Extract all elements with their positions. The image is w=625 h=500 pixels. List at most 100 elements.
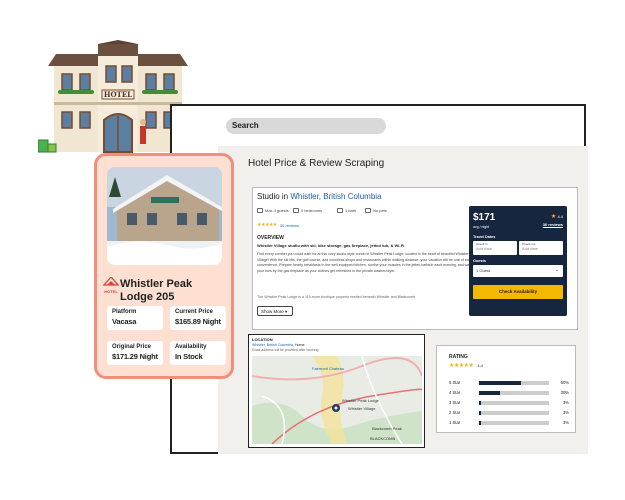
rating-bar-fill: [479, 380, 521, 385]
star-rating-icon: ★★★★★: [449, 363, 474, 369]
nightly-price: $171: [473, 212, 496, 223]
page-title: Hotel Price & Review Scraping: [248, 158, 385, 169]
amenity-bath: 1 bath: [337, 208, 356, 213]
hotel-name: Whistler Peak Lodge 205: [120, 278, 192, 304]
no-pets-icon: [365, 208, 371, 213]
svg-text:Blackcomb Peak: Blackcomb Peak: [372, 426, 402, 431]
svg-text:HOTEL: HOTEL: [104, 90, 132, 99]
rating-row-3: 3 Star 3%: [449, 400, 569, 405]
amenity-label: Max 4 guests: [265, 208, 289, 213]
rating-row-percent: 30%: [560, 390, 569, 395]
current-price-value: $165.89 Night: [175, 317, 221, 326]
rating-row-2: 2 Star 3%: [449, 410, 569, 415]
check-in-value: Add date: [476, 246, 493, 251]
chevron-down-icon: ⌄: [554, 267, 559, 273]
location-link[interactable]: Whistler, British Columbia: [252, 343, 293, 347]
rating-row-label: 5 Star: [449, 380, 461, 385]
guests-value: 1 Guest: [476, 268, 491, 273]
rating-bar-fill: [479, 420, 482, 425]
rating-heading: RATING: [449, 354, 468, 360]
star-rating-icon: ★★★★★: [257, 222, 277, 228]
svg-text:HOTEL: HOTEL: [104, 289, 118, 294]
platform-label: Platform: [112, 309, 137, 315]
rating-bar-fill: [479, 400, 482, 405]
rating-summary: ★★★★★ 4.4: [449, 362, 483, 369]
location-panel: LOCATION Whistler, British Columbia, Hom…: [248, 334, 425, 448]
booking-reviews-link[interactable]: 30 reviews: [543, 222, 563, 227]
rating-row-percent: 3%: [562, 400, 569, 405]
check-in-field[interactable]: Check in Add date: [473, 241, 517, 255]
listing-title: Studio in Whistler, British Columbia: [257, 192, 382, 201]
rating-panel: RATING ★★★★★ 4.4 5 Star 60% 4 Star 30% 3…: [436, 345, 576, 433]
search-input[interactable]: Search: [226, 118, 386, 134]
svg-text:BLACKCOMB: BLACKCOMB: [370, 436, 395, 441]
booking-rating: ★ 4.4: [551, 213, 563, 220]
svg-text:Whistler Village: Whistler Village: [348, 406, 376, 411]
guests-select[interactable]: 1 Guest ⌄: [473, 265, 563, 277]
svg-text:Fairmont Chateau: Fairmont Chateau: [312, 366, 344, 371]
show-more-button[interactable]: Show More ▾: [257, 306, 293, 316]
rating-row-label: 2 Star: [449, 410, 461, 415]
listing-location-link[interactable]: Whistler, British Columbia: [290, 192, 381, 201]
rating-bar-track: [479, 390, 549, 395]
bath-icon: [337, 208, 343, 213]
check-out-field[interactable]: Check out Add date: [519, 241, 563, 255]
hotel-logo-icon: HOTEL: [103, 277, 119, 294]
location-suffix: , Home: [292, 343, 305, 347]
rating-bar-track: [479, 380, 549, 385]
rating-average: 4.4: [477, 363, 483, 368]
listing-card: Studio in Whistler, British Columbia Max…: [252, 187, 578, 330]
description-text: Find every comfort you could wish for at…: [257, 252, 480, 273]
original-price-info: Original Price $171.29 Night: [107, 341, 163, 365]
original-price-label: Original Price: [112, 344, 152, 350]
travel-dates-label: Travel Dates: [473, 235, 496, 239]
check-availability-button[interactable]: Check Availability: [473, 285, 563, 299]
amenity-guests: Max 4 guests: [257, 208, 289, 213]
guests-label: Guests: [473, 259, 486, 263]
location-heading: LOCATION: [252, 337, 273, 342]
booking-rating-value: 4.4: [557, 214, 563, 219]
availability-value: In Stock: [175, 352, 203, 361]
bed-icon: [293, 208, 299, 213]
amenity-label: 1 bath: [345, 208, 357, 213]
hotel-info-card: HOTEL Whistler Peak Lodge 205 Platform V…: [94, 153, 234, 379]
rating-row-percent: 60%: [560, 380, 569, 385]
rating-bar-fill: [479, 410, 482, 415]
hotel-name-line1: Whistler Peak: [120, 278, 193, 290]
description-more-text: The Whistler Peak Lodge is a 115-room bo…: [257, 295, 416, 299]
rating-bar-track: [479, 410, 549, 415]
availability-label: Availability: [175, 344, 207, 350]
rating-bar-track: [479, 400, 549, 405]
rating-row-4: 4 Star 30%: [449, 390, 569, 395]
rating-bar-fill: [479, 390, 500, 395]
location-map[interactable]: Whistler Peak Lodge Whistler Village Bla…: [252, 356, 422, 444]
rating-bar-track: [479, 420, 549, 425]
rating-row-label: 3 Star: [449, 400, 461, 405]
rating-row-5: 5 Star 60%: [449, 380, 569, 385]
location-note: Exact address will be provided after boo…: [252, 348, 319, 352]
rating-row-label: 4 Star: [449, 390, 461, 395]
listing-title-prefix: Studio in: [257, 192, 291, 201]
rating-row-label: 1 Star: [449, 420, 461, 425]
original-price-value: $171.29 Night: [112, 352, 158, 361]
listing-rating: ★★★★★ 30 reviews: [257, 222, 299, 228]
current-price-label: Current Price: [175, 309, 214, 315]
reviews-link[interactable]: 30 reviews: [280, 223, 299, 228]
guests-icon: [257, 208, 263, 213]
location-address: Whistler, British Columbia, Home: [252, 343, 305, 347]
star-icon: ★: [550, 214, 557, 220]
amenity-pets: No pets: [365, 208, 387, 213]
platform-info: Platform Vacasa: [107, 306, 163, 330]
svg-text:Whistler Peak Lodge: Whistler Peak Lodge: [342, 398, 380, 403]
amenity-label: No pets: [373, 208, 387, 213]
rating-row-percent: 3%: [562, 420, 569, 425]
overview-heading: OVERVIEW: [257, 235, 284, 241]
current-price-info: Current Price $165.89 Night: [170, 306, 226, 330]
booking-panel: $171 avg / night ★ 4.4 30 reviews Travel…: [469, 206, 567, 316]
price-unit: avg / night: [473, 225, 490, 229]
hotel-photo: [107, 167, 222, 265]
availability-info: Availability In Stock: [170, 341, 226, 365]
rating-row-percent: 3%: [562, 410, 569, 415]
hotel-name-line2: Lodge 205: [120, 291, 175, 303]
amenity-label: 0 bedrooms: [301, 208, 323, 213]
